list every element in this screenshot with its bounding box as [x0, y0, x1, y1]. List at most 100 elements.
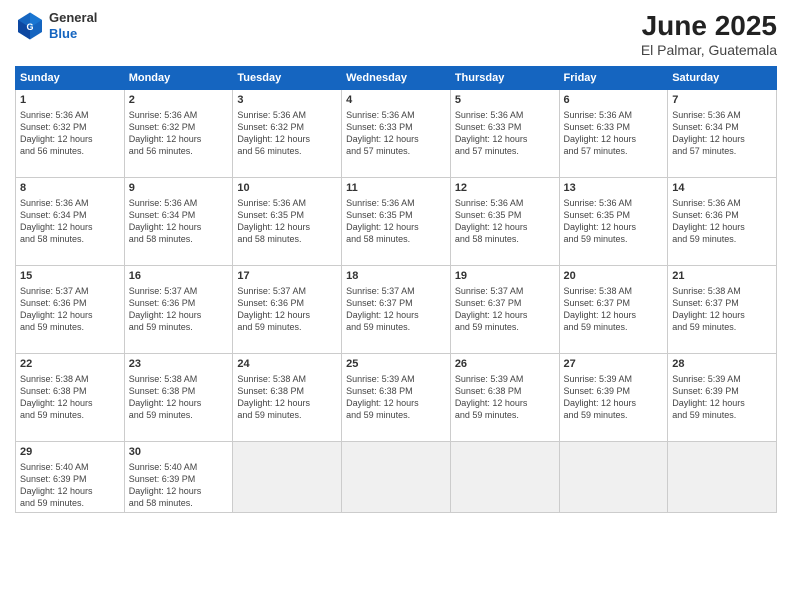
day-info: Sunrise: 5:36 AMSunset: 6:35 PMDaylight:… — [455, 197, 555, 246]
day-info: Sunrise: 5:40 AMSunset: 6:39 PMDaylight:… — [20, 461, 120, 510]
day-number: 30 — [129, 445, 229, 460]
day-number: 3 — [237, 93, 337, 108]
col-tuesday: Tuesday — [233, 67, 342, 90]
day-info: Sunrise: 5:36 AMSunset: 6:33 PMDaylight:… — [455, 109, 555, 158]
logo-icon: G — [15, 11, 45, 41]
day-info: Sunrise: 5:40 AMSunset: 6:39 PMDaylight:… — [129, 461, 229, 510]
day-number: 28 — [672, 357, 772, 372]
day-number: 6 — [564, 93, 664, 108]
page: G General Blue June 2025 El Palmar, Guat… — [0, 0, 792, 612]
table-row: 14Sunrise: 5:36 AMSunset: 6:36 PMDayligh… — [668, 178, 777, 266]
day-info: Sunrise: 5:36 AMSunset: 6:36 PMDaylight:… — [672, 197, 772, 246]
logo-text: General Blue — [49, 10, 97, 41]
day-number: 2 — [129, 93, 229, 108]
day-info: Sunrise: 5:37 AMSunset: 6:36 PMDaylight:… — [237, 285, 337, 334]
day-number: 13 — [564, 181, 664, 196]
day-info: Sunrise: 5:39 AMSunset: 6:39 PMDaylight:… — [672, 373, 772, 422]
calendar-week-row: 29Sunrise: 5:40 AMSunset: 6:39 PMDayligh… — [16, 442, 777, 513]
day-number: 27 — [564, 357, 664, 372]
col-wednesday: Wednesday — [342, 67, 451, 90]
calendar-header-row: Sunday Monday Tuesday Wednesday Thursday… — [16, 67, 777, 90]
table-row: 20Sunrise: 5:38 AMSunset: 6:37 PMDayligh… — [559, 266, 668, 354]
table-row: 24Sunrise: 5:38 AMSunset: 6:38 PMDayligh… — [233, 354, 342, 442]
table-row: 15Sunrise: 5:37 AMSunset: 6:36 PMDayligh… — [16, 266, 125, 354]
day-info: Sunrise: 5:39 AMSunset: 6:39 PMDaylight:… — [564, 373, 664, 422]
header: G General Blue June 2025 El Palmar, Guat… — [15, 10, 777, 58]
table-row: 27Sunrise: 5:39 AMSunset: 6:39 PMDayligh… — [559, 354, 668, 442]
day-info: Sunrise: 5:38 AMSunset: 6:38 PMDaylight:… — [129, 373, 229, 422]
day-number: 22 — [20, 357, 120, 372]
day-info: Sunrise: 5:36 AMSunset: 6:34 PMDaylight:… — [20, 197, 120, 246]
day-info: Sunrise: 5:36 AMSunset: 6:33 PMDaylight:… — [564, 109, 664, 158]
logo-line2: Blue — [49, 26, 97, 42]
table-row — [233, 442, 342, 513]
day-info: Sunrise: 5:37 AMSunset: 6:37 PMDaylight:… — [346, 285, 446, 334]
table-row: 26Sunrise: 5:39 AMSunset: 6:38 PMDayligh… — [450, 354, 559, 442]
day-info: Sunrise: 5:36 AMSunset: 6:32 PMDaylight:… — [237, 109, 337, 158]
day-number: 14 — [672, 181, 772, 196]
day-info: Sunrise: 5:37 AMSunset: 6:36 PMDaylight:… — [20, 285, 120, 334]
day-info: Sunrise: 5:38 AMSunset: 6:38 PMDaylight:… — [20, 373, 120, 422]
day-info: Sunrise: 5:39 AMSunset: 6:38 PMDaylight:… — [346, 373, 446, 422]
table-row: 3Sunrise: 5:36 AMSunset: 6:32 PMDaylight… — [233, 90, 342, 178]
day-info: Sunrise: 5:39 AMSunset: 6:38 PMDaylight:… — [455, 373, 555, 422]
day-info: Sunrise: 5:38 AMSunset: 6:37 PMDaylight:… — [672, 285, 772, 334]
day-number: 5 — [455, 93, 555, 108]
calendar-subtitle: El Palmar, Guatemala — [641, 42, 777, 58]
table-row: 21Sunrise: 5:38 AMSunset: 6:37 PMDayligh… — [668, 266, 777, 354]
svg-text:G: G — [26, 21, 33, 31]
calendar-title: June 2025 — [641, 10, 777, 42]
table-row — [450, 442, 559, 513]
table-row: 8Sunrise: 5:36 AMSunset: 6:34 PMDaylight… — [16, 178, 125, 266]
day-number: 4 — [346, 93, 446, 108]
day-number: 23 — [129, 357, 229, 372]
col-thursday: Thursday — [450, 67, 559, 90]
col-sunday: Sunday — [16, 67, 125, 90]
day-number: 24 — [237, 357, 337, 372]
table-row: 11Sunrise: 5:36 AMSunset: 6:35 PMDayligh… — [342, 178, 451, 266]
table-row: 4Sunrise: 5:36 AMSunset: 6:33 PMDaylight… — [342, 90, 451, 178]
table-row: 10Sunrise: 5:36 AMSunset: 6:35 PMDayligh… — [233, 178, 342, 266]
day-info: Sunrise: 5:36 AMSunset: 6:32 PMDaylight:… — [20, 109, 120, 158]
table-row: 29Sunrise: 5:40 AMSunset: 6:39 PMDayligh… — [16, 442, 125, 513]
table-row: 7Sunrise: 5:36 AMSunset: 6:34 PMDaylight… — [668, 90, 777, 178]
calendar-week-row: 22Sunrise: 5:38 AMSunset: 6:38 PMDayligh… — [16, 354, 777, 442]
day-info: Sunrise: 5:38 AMSunset: 6:38 PMDaylight:… — [237, 373, 337, 422]
day-info: Sunrise: 5:38 AMSunset: 6:37 PMDaylight:… — [564, 285, 664, 334]
col-saturday: Saturday — [668, 67, 777, 90]
table-row: 22Sunrise: 5:38 AMSunset: 6:38 PMDayligh… — [16, 354, 125, 442]
day-info: Sunrise: 5:36 AMSunset: 6:35 PMDaylight:… — [346, 197, 446, 246]
day-number: 1 — [20, 93, 120, 108]
calendar-week-row: 1Sunrise: 5:36 AMSunset: 6:32 PMDaylight… — [16, 90, 777, 178]
day-number: 29 — [20, 445, 120, 460]
day-info: Sunrise: 5:37 AMSunset: 6:36 PMDaylight:… — [129, 285, 229, 334]
table-row: 19Sunrise: 5:37 AMSunset: 6:37 PMDayligh… — [450, 266, 559, 354]
table-row — [342, 442, 451, 513]
day-number: 25 — [346, 357, 446, 372]
table-row: 13Sunrise: 5:36 AMSunset: 6:35 PMDayligh… — [559, 178, 668, 266]
calendar-table: Sunday Monday Tuesday Wednesday Thursday… — [15, 66, 777, 513]
table-row — [559, 442, 668, 513]
table-row — [668, 442, 777, 513]
table-row: 16Sunrise: 5:37 AMSunset: 6:36 PMDayligh… — [124, 266, 233, 354]
day-number: 16 — [129, 269, 229, 284]
day-info: Sunrise: 5:36 AMSunset: 6:32 PMDaylight:… — [129, 109, 229, 158]
day-info: Sunrise: 5:36 AMSunset: 6:34 PMDaylight:… — [129, 197, 229, 246]
day-number: 17 — [237, 269, 337, 284]
day-number: 21 — [672, 269, 772, 284]
col-friday: Friday — [559, 67, 668, 90]
day-number: 9 — [129, 181, 229, 196]
table-row: 9Sunrise: 5:36 AMSunset: 6:34 PMDaylight… — [124, 178, 233, 266]
table-row: 12Sunrise: 5:36 AMSunset: 6:35 PMDayligh… — [450, 178, 559, 266]
day-number: 11 — [346, 181, 446, 196]
table-row: 25Sunrise: 5:39 AMSunset: 6:38 PMDayligh… — [342, 354, 451, 442]
logo-line1: General — [49, 10, 97, 26]
table-row: 30Sunrise: 5:40 AMSunset: 6:39 PMDayligh… — [124, 442, 233, 513]
day-number: 7 — [672, 93, 772, 108]
col-monday: Monday — [124, 67, 233, 90]
table-row: 2Sunrise: 5:36 AMSunset: 6:32 PMDaylight… — [124, 90, 233, 178]
day-info: Sunrise: 5:36 AMSunset: 6:35 PMDaylight:… — [237, 197, 337, 246]
table-row: 5Sunrise: 5:36 AMSunset: 6:33 PMDaylight… — [450, 90, 559, 178]
day-number: 10 — [237, 181, 337, 196]
table-row: 6Sunrise: 5:36 AMSunset: 6:33 PMDaylight… — [559, 90, 668, 178]
